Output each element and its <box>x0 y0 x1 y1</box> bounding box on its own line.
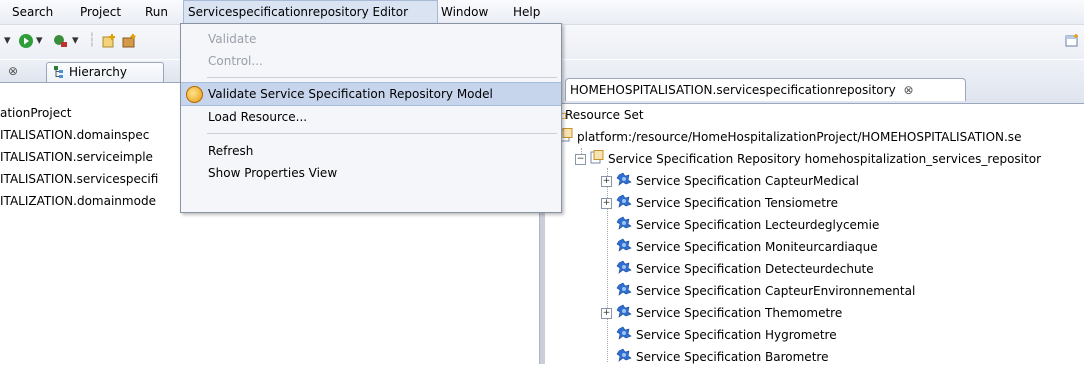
service-specification-icon <box>616 215 632 237</box>
menu-servicespecificationrepository-editor[interactable]: Servicespecificationrepository Editor <box>183 0 438 24</box>
service-specification-icon <box>616 303 632 325</box>
menu-item-show-properties-view[interactable]: Show Properties View <box>181 162 561 184</box>
run-icon[interactable] <box>18 33 34 53</box>
service-specification-label: Service Specification Tensiometre <box>636 196 839 210</box>
tree-item-repository[interactable]: − Service Specification Repository homeh… <box>575 148 1041 170</box>
new-package-icon[interactable] <box>121 33 137 53</box>
dropdown-arrow-icon[interactable]: ▾ <box>72 33 79 48</box>
menu-project[interactable]: Project <box>76 0 125 24</box>
tree-item-platform[interactable]: platform:/resource/HomeHospitalizationPr… <box>559 126 1021 148</box>
tab-hierarchy[interactable]: Hierarchy <box>46 62 164 82</box>
service-specification-icon <box>616 237 632 259</box>
tree-item-service-specification[interactable]: + Service Specification Themometre <box>601 302 842 324</box>
open-perspective-icon[interactable] <box>1064 33 1080 53</box>
service-specification-icon <box>616 193 632 215</box>
list-item[interactable]: ationProject <box>0 106 71 120</box>
service-specification-label: Service Specification CapteurMedical <box>636 174 859 188</box>
resource-set-label: Resource Set <box>565 108 644 122</box>
repository-label: Service Specification Repository homehos… <box>608 152 1041 166</box>
editor-area: HOMEHOSPITALISATION.servicespecification… <box>545 60 1084 364</box>
menu-item-validate-model[interactable]: Validate Service Specification Repositor… <box>181 82 561 106</box>
list-item[interactable]: ITALISATION.serviceimple <box>0 150 153 164</box>
service-specification-label: Service Specification Moniteurcardiaque <box>636 240 878 254</box>
tab-hierarchy-label: Hierarchy <box>69 65 128 79</box>
editor-menu-dropdown: Validate Control... Validate Service Spe… <box>180 23 562 213</box>
menu-separator <box>207 77 557 78</box>
service-specification-label: Service Specification Themometre <box>636 306 843 320</box>
tree-item-service-specification[interactable]: Service Specification Moniteurcardiaque <box>601 236 878 258</box>
expand-icon[interactable]: + <box>601 198 612 209</box>
menu-window[interactable]: Window <box>437 0 492 24</box>
toolbar-separator: ┆ <box>88 33 96 48</box>
service-specification-label: Service Specification Lecteurdeglycemie <box>636 218 880 232</box>
menu-item-control[interactable]: Control... <box>181 50 561 72</box>
validate-icon <box>186 86 203 103</box>
list-item[interactable]: ITALIZATION.domainmode <box>0 194 156 208</box>
tree-item-service-specification[interactable]: Service Specification Detecteurdechute <box>601 258 874 280</box>
menu-item-load-resource[interactable]: Load Resource... <box>181 106 561 128</box>
service-specification-label: Service Specification CapteurEnvironneme… <box>636 284 916 298</box>
service-specification-icon <box>616 171 632 193</box>
list-item[interactable]: ITALISATION.servicespecifi <box>0 172 158 186</box>
menu-run[interactable]: Run <box>141 0 172 24</box>
menu-separator <box>207 133 557 134</box>
tree-item-service-specification[interactable]: + Service Specification CapteurMedical <box>601 170 859 192</box>
service-specification-label: Service Specification Hygrometre <box>636 328 837 342</box>
service-specification-label: Service Specification Detecteurdechute <box>636 262 874 276</box>
tree-item-service-specification[interactable]: + Service Specification Tensiometre <box>601 192 838 214</box>
service-specification-label: Service Specification Barometre <box>636 350 829 364</box>
repository-icon <box>590 149 604 171</box>
menu-search[interactable]: Search <box>8 0 57 24</box>
tab-editor[interactable]: HOMEHOSPITALISATION.servicespecification… <box>565 78 966 101</box>
collapse-icon[interactable]: − <box>575 154 586 165</box>
new-project-icon[interactable] <box>101 33 117 53</box>
service-specification-icon <box>616 325 632 347</box>
tree-item-service-specification[interactable]: Service Specification CapteurEnvironneme… <box>601 280 915 302</box>
external-tools-icon[interactable] <box>52 33 68 53</box>
service-specification-icon <box>616 259 632 281</box>
editor-tab-bar: HOMEHOSPITALISATION.servicespecification… <box>545 60 1084 104</box>
tab-resource-set[interactable]: ▫ Resource Set <box>559 104 644 126</box>
service-specification-icon <box>616 347 632 369</box>
editor-tab-label: HOMEHOSPITALISATION.servicespecification… <box>570 83 896 97</box>
dropdown-arrow-icon[interactable]: ▾ <box>4 33 11 48</box>
tree-item-service-specification[interactable]: Service Specification Barometre <box>601 346 828 368</box>
expand-icon[interactable]: + <box>601 308 612 319</box>
close-tab-icon[interactable]: ⊗ <box>8 62 18 81</box>
list-item[interactable]: ITALISATION.domainspec <box>0 128 149 142</box>
dropdown-arrow-icon[interactable]: ▾ <box>36 33 43 48</box>
platform-path: platform:/resource/HomeHospitalizationPr… <box>577 130 1022 144</box>
expand-icon[interactable]: + <box>601 176 612 187</box>
menu-bar: Search Project Run Servicespecificationr… <box>0 0 1084 25</box>
menu-item-validate[interactable]: Validate <box>181 28 561 50</box>
menu-help[interactable]: Help <box>509 0 544 24</box>
tree-item-service-specification[interactable]: Service Specification Hygrometre <box>601 324 837 346</box>
service-specification-icon <box>616 281 632 303</box>
menu-item-refresh[interactable]: Refresh <box>181 140 561 162</box>
close-tab-icon[interactable]: ⊗ <box>904 83 914 97</box>
tree-item-service-specification[interactable]: Service Specification Lecteurdeglycemie <box>601 214 879 236</box>
hierarchy-icon <box>52 65 66 85</box>
